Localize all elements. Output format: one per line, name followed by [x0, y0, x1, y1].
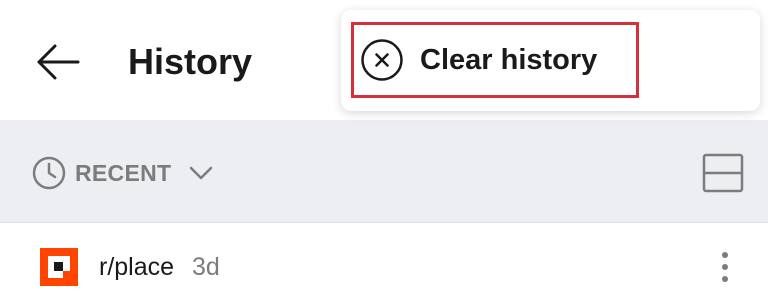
chevron-down-icon: [189, 166, 213, 180]
clock-icon: [32, 156, 66, 190]
subreddit-place-icon: [40, 248, 78, 286]
page-title: History: [128, 41, 253, 82]
sort-dropdown[interactable]: RECENT: [32, 154, 213, 192]
card-layout-icon: [702, 153, 744, 193]
more-vertical-icon: [722, 252, 728, 282]
close-circle-icon: [361, 39, 403, 81]
arrow-left-icon: [37, 44, 80, 80]
overflow-menu: Clear history: [341, 10, 760, 111]
clear-history-menu-item[interactable]: Clear history: [351, 22, 639, 98]
sort-label: RECENT: [75, 159, 172, 186]
history-item-name[interactable]: r/place: [99, 252, 174, 282]
layout-toggle-button[interactable]: [702, 153, 744, 193]
more-options-button[interactable]: [712, 248, 738, 286]
back-button[interactable]: [30, 36, 86, 88]
clear-history-label: Clear history: [420, 43, 598, 76]
history-item-age: 3d: [192, 253, 220, 281]
